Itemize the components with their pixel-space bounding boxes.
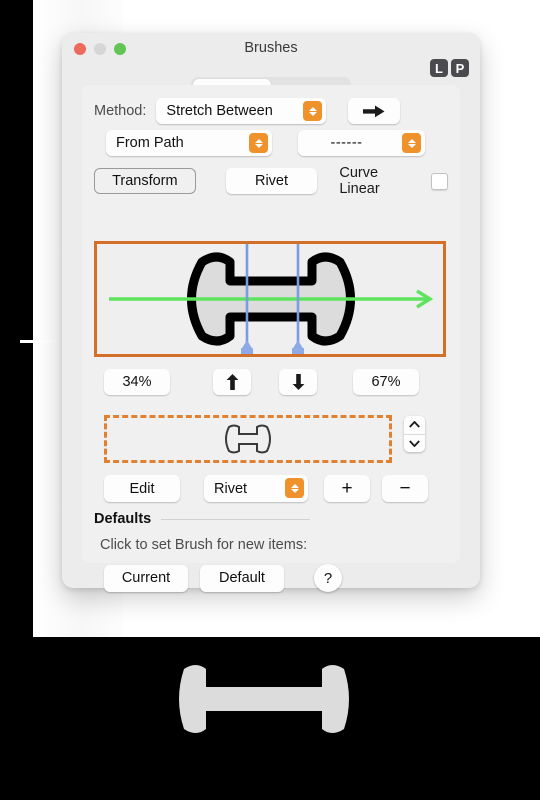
help-button[interactable]: ? xyxy=(314,564,342,592)
set-current-button[interactable]: Current xyxy=(104,564,188,592)
chevron-updown-icon xyxy=(285,478,304,498)
from-path-value: From Path xyxy=(116,135,184,151)
license-badges: L P xyxy=(430,59,469,77)
set-default-button[interactable]: Default xyxy=(200,564,284,592)
badge-l-icon[interactable]: L xyxy=(430,59,448,77)
arrow-down-icon xyxy=(292,374,304,390)
badge-p-icon[interactable]: P xyxy=(451,59,469,77)
secondary-select[interactable]: ------ xyxy=(298,130,425,156)
inspector-panel: Method: Stretch Between From Path ------ xyxy=(82,85,460,592)
defaults-heading-row: Defaults xyxy=(94,511,310,527)
curve-linear-label: Curve Linear xyxy=(339,165,380,197)
brush-select-value: Rivet xyxy=(214,480,248,497)
arrow-right-icon xyxy=(363,105,385,117)
curve-linear-checkbox[interactable] xyxy=(431,172,449,190)
artboard-brush-shape xyxy=(172,655,356,743)
defaults-buttons-row: Current Default ? xyxy=(104,564,404,592)
brush-preview[interactable] xyxy=(94,241,446,357)
percent-row: 34% 67% xyxy=(104,369,434,395)
window-title: Brushes xyxy=(244,40,298,56)
stepper-down-icon[interactable] xyxy=(404,435,425,453)
from-path-select[interactable]: From Path xyxy=(106,130,272,156)
brushes-window: Brushes L P Inspect Use Method: Stretch … xyxy=(62,33,480,592)
actions-row: Edit Rivet + − xyxy=(104,475,434,502)
transform-row: Transform Rivet Curve Linear xyxy=(94,165,449,197)
chevron-updown-icon xyxy=(249,133,268,153)
rivet-button[interactable]: Rivet xyxy=(225,168,318,194)
source-row: From Path ------ xyxy=(106,130,425,156)
defaults-hint-row: Click to set Brush for new items: xyxy=(100,537,307,553)
method-select-value: Stretch Between xyxy=(166,103,273,119)
brush-drop-area[interactable] xyxy=(104,415,392,463)
start-percent-field[interactable]: 34% xyxy=(104,369,170,395)
chevron-updown-icon xyxy=(402,133,421,153)
brush-select[interactable]: Rivet xyxy=(204,475,308,502)
edit-button[interactable]: Edit xyxy=(104,475,180,502)
move-up-button[interactable] xyxy=(213,369,251,395)
method-row: Method: Stretch Between xyxy=(94,98,401,124)
defaults-divider xyxy=(161,518,310,520)
remove-brush-button[interactable]: − xyxy=(382,475,428,502)
brush-preview-graphic xyxy=(109,244,434,356)
brush-index-stepper[interactable] xyxy=(404,416,425,452)
end-percent-field[interactable]: 67% xyxy=(353,369,419,395)
apply-arrow-button[interactable] xyxy=(348,98,401,124)
chevron-updown-icon xyxy=(303,101,323,121)
stepper-up-icon[interactable] xyxy=(404,416,425,435)
defaults-heading: Defaults xyxy=(94,511,152,527)
add-brush-button[interactable]: + xyxy=(324,475,370,502)
transform-button[interactable]: Transform xyxy=(94,168,196,194)
window-titlebar: Brushes xyxy=(62,33,480,64)
move-down-button[interactable] xyxy=(279,369,317,395)
defaults-hint: Click to set Brush for new items: xyxy=(100,537,308,553)
method-label: Method: xyxy=(94,103,147,119)
mini-brush-icon xyxy=(225,424,271,454)
secondary-select-value: ------ xyxy=(330,135,363,151)
arrow-up-icon xyxy=(226,374,238,390)
method-select[interactable]: Stretch Between xyxy=(156,98,327,124)
